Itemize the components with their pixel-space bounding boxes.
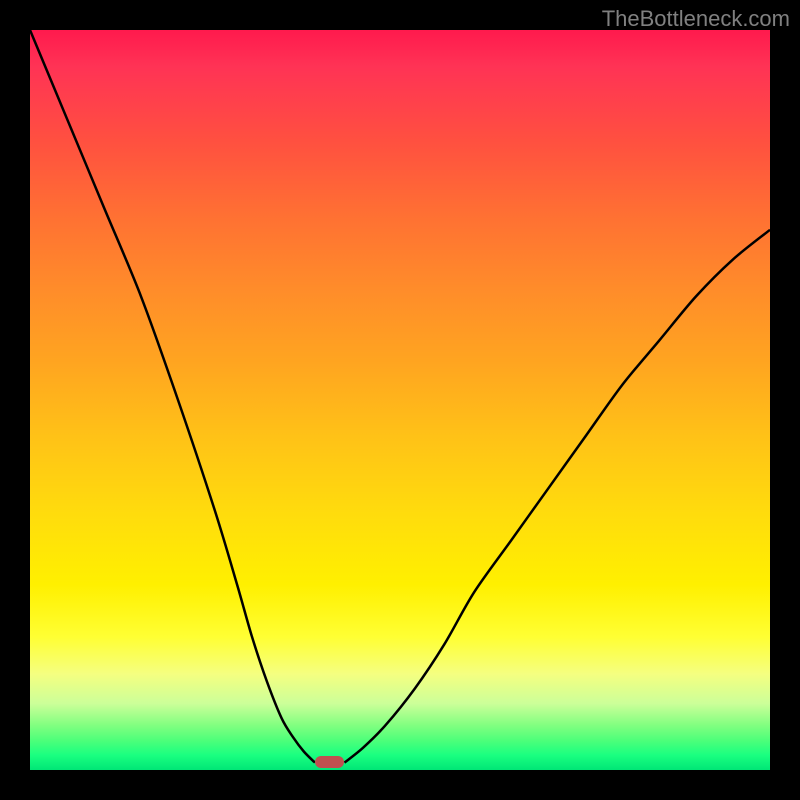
chart-frame bbox=[30, 30, 770, 770]
bottleneck-marker bbox=[315, 756, 345, 768]
watermark-text: TheBottleneck.com bbox=[602, 6, 790, 32]
right-curve-line bbox=[345, 230, 771, 763]
curve-layer bbox=[30, 30, 770, 770]
left-curve-line bbox=[30, 30, 315, 763]
plot-area bbox=[30, 30, 770, 770]
